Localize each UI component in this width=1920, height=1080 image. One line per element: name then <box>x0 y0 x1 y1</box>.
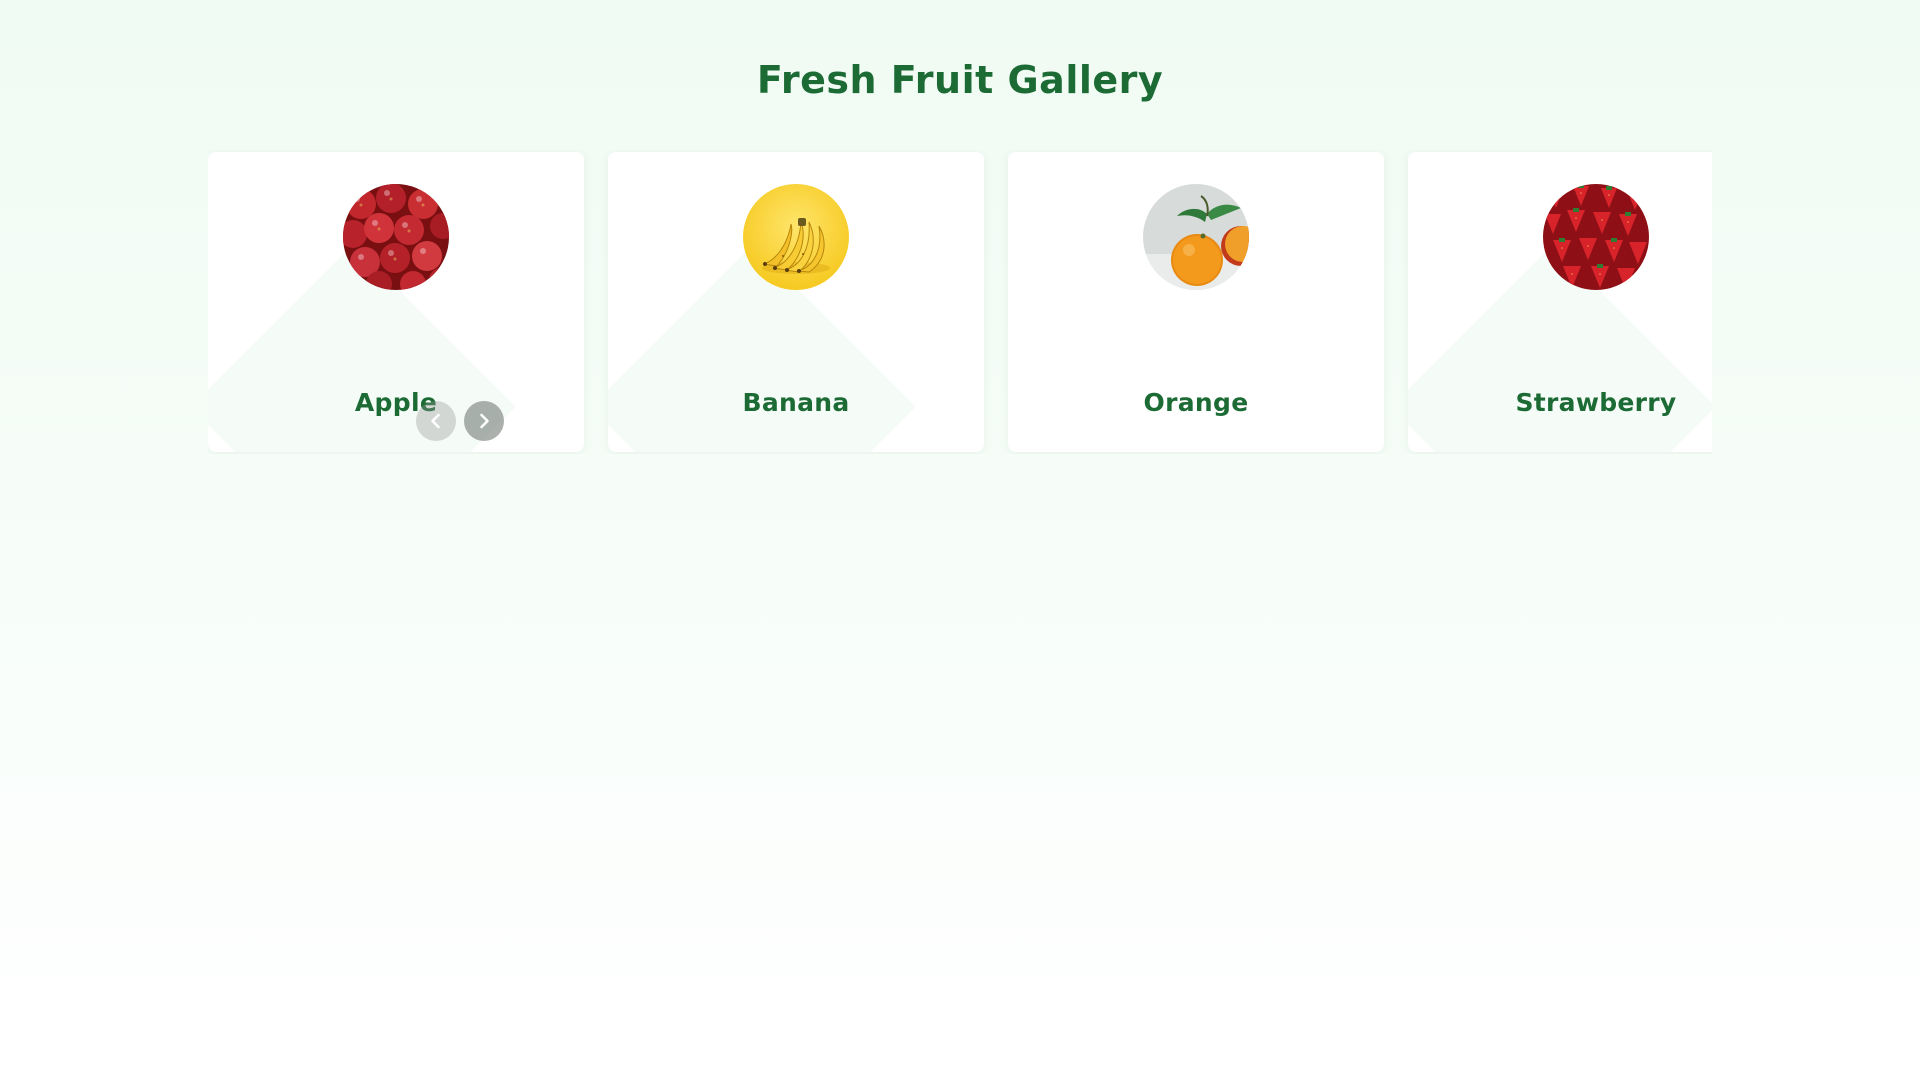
fruit-label: Apple <box>354 388 438 417</box>
strawberry-image <box>1543 184 1649 290</box>
fruit-card-banana[interactable]: Banana <box>608 152 984 452</box>
page-title: Fresh Fruit Gallery <box>756 58 1164 102</box>
orange-image <box>1143 184 1249 290</box>
banana-icon <box>743 184 849 290</box>
fruit-label: Banana <box>742 388 850 417</box>
strawberry-icon <box>1543 184 1649 290</box>
fruit-card-apple[interactable]: Apple <box>208 152 584 452</box>
carousel-prev-button[interactable] <box>416 401 456 441</box>
fruit-card-strawberry[interactable]: Strawberry <box>1408 152 1712 452</box>
chevron-left-icon <box>431 413 440 429</box>
chevron-right-icon <box>480 413 489 429</box>
orange-icon <box>1143 184 1249 290</box>
fruit-label: Strawberry <box>1515 388 1677 417</box>
apple-icon <box>343 184 449 290</box>
banana-image <box>743 184 849 290</box>
carousel-next-button[interactable] <box>464 401 504 441</box>
fruit-card-orange[interactable]: Orange <box>1008 152 1384 452</box>
apple-image <box>343 184 449 290</box>
fruit-label: Orange <box>1143 388 1249 417</box>
